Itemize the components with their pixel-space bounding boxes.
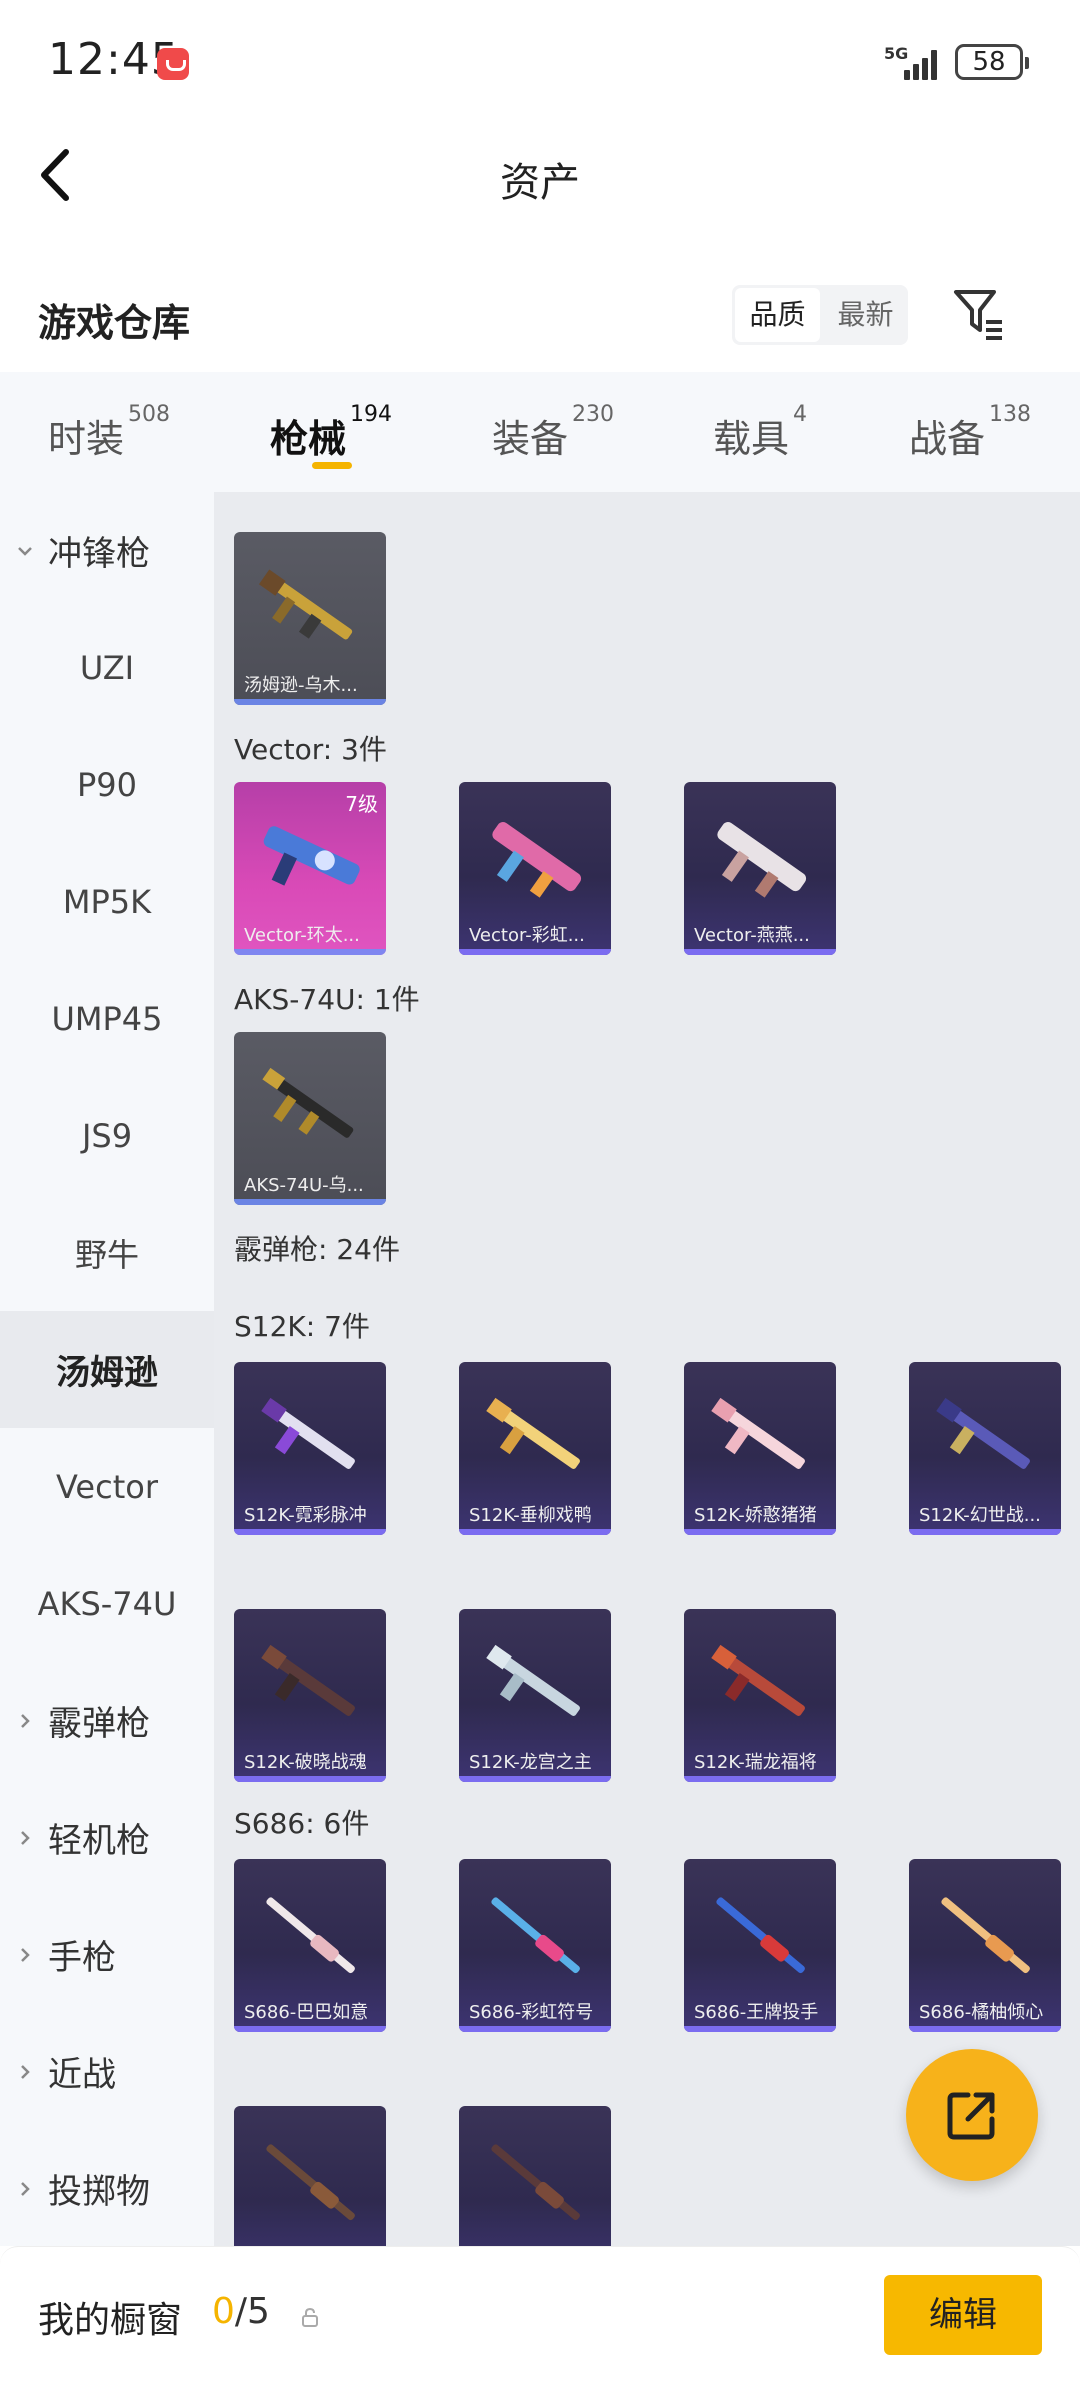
showcase-bar: 我的橱窗 0/5 编辑 — [0, 2246, 1080, 2381]
item-card[interactable]: Vector-彩虹... — [459, 782, 611, 955]
s686-gun-icon — [266, 2144, 355, 2221]
filter-button[interactable] — [952, 286, 1004, 342]
item-card[interactable]: S12K-破晓战魂 — [234, 1609, 386, 1782]
s686-gun-icon — [941, 1897, 1030, 1974]
item-card[interactable]: S12K-瑞龙福将 — [684, 1609, 836, 1782]
group-label-vector: Vector: 3件 — [234, 733, 387, 766]
group-label-s12k: S12K: 7件 — [234, 1310, 370, 1343]
sidebar-item-uzi[interactable]: UZI — [0, 609, 214, 726]
shopping-bag-icon — [157, 48, 189, 80]
sidebar-item-shotgun[interactable]: 霰弹枪 — [0, 1662, 214, 1779]
share-button[interactable] — [906, 2049, 1038, 2181]
category-tabs: 时装508 枪械194 装备230 载具4 战备138 — [0, 372, 1080, 492]
s12k-gun-icon — [711, 1397, 805, 1469]
sidebar-item-throwable[interactable]: 投掷物 — [0, 2130, 214, 2247]
sidebar-item-lmg[interactable]: 轻机枪 — [0, 1779, 214, 1896]
item-card[interactable]: S12K-幻世战... — [909, 1362, 1061, 1535]
chevron-right-icon — [21, 2181, 30, 2196]
item-card[interactable]: S686-彩虹符号 — [459, 1859, 611, 2032]
chevron-right-icon — [21, 1830, 30, 1845]
s12k-gun-icon — [261, 1397, 355, 1469]
chevron-down-icon — [18, 546, 32, 556]
item-card[interactable]: S686-王牌投手 — [684, 1859, 836, 2032]
vector-gun-icon — [263, 826, 360, 886]
chevron-right-icon — [21, 1713, 30, 1728]
showcase-label: 我的橱窗 — [38, 2300, 183, 2341]
item-card[interactable]: S12K-霓彩脉冲 — [234, 1362, 386, 1535]
sidebar-item-p90[interactable]: P90 — [0, 726, 214, 843]
thompson-gun-icon — [258, 569, 353, 640]
sidebar-item-thompson[interactable]: 汤姆逊 — [0, 1311, 214, 1428]
sidebar-item-aks74u[interactable]: AKS-74U — [0, 1545, 214, 1662]
item-card[interactable]: S12K-垂柳戏鸭 — [459, 1362, 611, 1535]
weapon-sidebar: 冲锋枪 UZI P90 MP5K UMP45 JS9 野牛 汤姆逊 Vector… — [0, 492, 214, 2246]
item-card[interactable] — [459, 2106, 611, 2246]
signal-icon: 5G — [884, 44, 944, 80]
sort-option-quality[interactable]: 品质 — [735, 288, 820, 342]
aks74u-gun-icon — [262, 1067, 354, 1138]
group-label-aks74u: AKS-74U: 1件 — [234, 983, 420, 1016]
sidebar-item-smg[interactable]: 冲锋枪 — [0, 492, 214, 609]
group-label-shotgun: 霰弹枪: 24件 — [234, 1233, 400, 1266]
item-card[interactable]: 汤姆逊-乌木... — [234, 532, 386, 705]
tab-equipment[interactable]: 装备230 — [492, 402, 614, 463]
item-card[interactable]: S12K-娇憨猪猪 — [684, 1362, 836, 1535]
chevron-right-icon — [21, 1947, 30, 1962]
s12k-gun-icon — [261, 1644, 355, 1716]
tab-vehicles[interactable]: 载具4 — [713, 402, 807, 463]
tab-supplies[interactable]: 战备138 — [909, 402, 1031, 463]
active-tab-indicator — [312, 462, 352, 469]
sidebar-item-js9[interactable]: JS9 — [0, 1077, 214, 1194]
lock-icon — [302, 2307, 318, 2327]
sidebar-item-mp5k[interactable]: MP5K — [0, 843, 214, 960]
sidebar-item-melee[interactable]: 近战 — [0, 2013, 214, 2130]
item-card[interactable]: AKS-74U-乌... — [234, 1032, 386, 1205]
sidebar-item-ump45[interactable]: UMP45 — [0, 960, 214, 1077]
vector-gun-icon — [492, 822, 582, 898]
s12k-gun-icon — [486, 1644, 580, 1716]
item-card[interactable]: S12K-龙宫之主 — [459, 1609, 611, 1782]
group-label-s686: S686: 6件 — [234, 1807, 370, 1840]
page-title: 资产 — [500, 160, 580, 206]
s686-gun-icon — [716, 1897, 805, 1974]
item-card[interactable]: S686-巴巴如意 — [234, 1859, 386, 2032]
sort-option-latest[interactable]: 最新 — [823, 285, 908, 345]
item-grid: 汤姆逊-乌木... Vector: 3件 7级 Vector-环太... Vec… — [214, 492, 1080, 2246]
item-card[interactable]: 7级 Vector-环太... — [234, 782, 386, 955]
sidebar-item-pistol[interactable]: 手枪 — [0, 1896, 214, 2013]
chevron-right-icon — [21, 2064, 30, 2079]
sort-toggle[interactable]: 品质 最新 — [732, 285, 908, 345]
s686-gun-icon — [266, 1897, 355, 1974]
edit-button[interactable]: 编辑 — [884, 2275, 1042, 2355]
showcase-count: 0/5 — [212, 2291, 270, 2332]
item-card[interactable]: S686-橘柚倾心 — [909, 1859, 1061, 2032]
network-type: 5G — [884, 44, 909, 63]
item-card[interactable]: Vector-燕燕... — [684, 782, 836, 955]
s686-gun-icon — [491, 2144, 580, 2221]
s12k-gun-icon — [711, 1644, 805, 1716]
sidebar-item-vector[interactable]: Vector — [0, 1428, 214, 1545]
share-external-icon — [947, 2092, 995, 2140]
s686-gun-icon — [491, 1897, 580, 1974]
s12k-gun-icon — [486, 1397, 580, 1469]
warehouse-title: 游戏仓库 — [38, 301, 191, 345]
vector-gun-icon — [717, 822, 807, 898]
sidebar-item-bizon[interactable]: 野牛 — [0, 1194, 214, 1311]
tab-fashion[interactable]: 时装508 — [48, 402, 170, 463]
item-card[interactable] — [234, 2106, 386, 2246]
s12k-gun-icon — [936, 1397, 1030, 1469]
battery-icon: 58 — [955, 44, 1029, 80]
filter-icon — [954, 290, 1002, 340]
status-bar: 12:45 5G 58 — [0, 0, 1080, 120]
tab-firearms[interactable]: 枪械194 — [270, 402, 392, 463]
